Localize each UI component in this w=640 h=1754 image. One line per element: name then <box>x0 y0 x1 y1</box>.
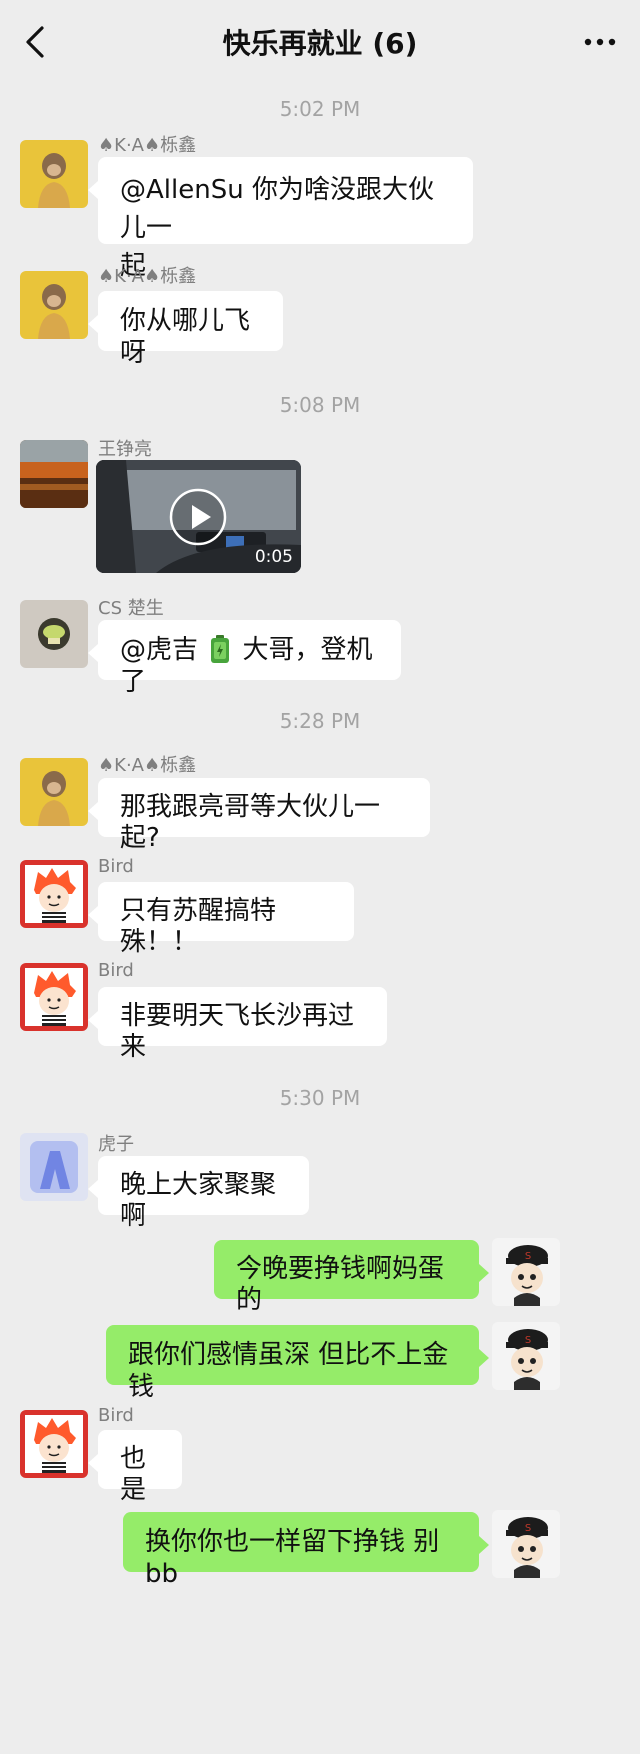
message-text: 那我跟亮哥等大伙儿一起? <box>120 792 381 853</box>
autumn-landscape-avatar-icon <box>20 440 88 508</box>
cartoon-cap-avatar-icon: S <box>492 1322 560 1390</box>
video-duration: 0:05 <box>254 547 293 567</box>
message-text: @虎吉 <box>120 635 199 665</box>
avatar-me[interactable]: S <box>492 1238 560 1306</box>
avatar-kaxin[interactable] <box>20 758 88 826</box>
avatar-me[interactable]: S <box>492 1322 560 1390</box>
sender-name: ♠K·A♠栎鑫 <box>98 755 197 776</box>
avatar-bird[interactable] <box>20 860 88 928</box>
message-bubble[interactable]: 只有苏醒搞特殊！！ <box>88 882 354 957</box>
svg-text:S: S <box>525 1523 531 1534</box>
avatar-huzi[interactable] <box>20 1133 88 1201</box>
message-bubble[interactable]: 非要明天飞长沙再过来 <box>88 987 387 1062</box>
svg-text:S: S <box>525 1335 531 1346</box>
message-text: 你从哪儿飞呀 <box>120 306 251 368</box>
avatar-me[interactable]: S <box>492 1510 560 1578</box>
message-text: 今晚要挣钱啊妈蛋的 <box>236 1254 445 1315</box>
monkey-avatar-icon <box>20 140 88 208</box>
blurred-logo-avatar-icon <box>20 1133 88 1201</box>
chat-title: 快乐再就业 (6) <box>222 27 418 60</box>
message-bubble[interactable]: @AllenSu 你为啥没跟大伙儿一 起 <box>88 157 473 281</box>
sender-name: ♠K·A♠栎鑫 <box>98 266 197 287</box>
sender-name: 虎子 <box>98 1134 134 1155</box>
message-text: 跟你们感情虽深 但比不上金钱 <box>128 1340 449 1402</box>
timestamp: 5:28 PM <box>279 709 361 733</box>
message-text: 也是 <box>120 1444 147 1505</box>
message-bubble[interactable]: 换你你也一样留下挣钱 别bb <box>123 1512 489 1589</box>
cartoon-cap-avatar-icon: S <box>492 1510 560 1578</box>
cartoon-boy-avatar-icon <box>20 963 88 1031</box>
avatar-wangzhengliang[interactable] <box>20 440 88 508</box>
sender-name: CS 楚生 <box>98 598 164 619</box>
monkey-avatar-icon <box>20 758 88 826</box>
message-text: 晚上大家聚聚啊 <box>120 1170 277 1231</box>
monkey-avatar-icon <box>20 271 88 339</box>
avatar-chusheng[interactable] <box>20 600 88 668</box>
avatar-bird[interactable] <box>20 1410 88 1478</box>
message-text: 只有苏醒搞特殊！！ <box>120 896 277 957</box>
video-message[interactable]: 0:05 <box>96 460 301 573</box>
more-icon[interactable] <box>580 28 620 56</box>
timestamp: 5:02 PM <box>279 97 361 121</box>
timestamp: 5:08 PM <box>279 393 361 417</box>
avatar-kaxin[interactable] <box>20 271 88 339</box>
message-bubble[interactable]: 你从哪儿飞呀 <box>88 291 283 368</box>
avatar-kaxin[interactable] <box>20 140 88 208</box>
sender-name: Bird <box>98 1405 134 1426</box>
sender-name: Bird <box>98 856 134 877</box>
message-text: 换你你也一样留下挣钱 别bb <box>145 1527 440 1589</box>
message-text: 非要明天飞长沙再过来 <box>120 1001 355 1062</box>
sender-name: Bird <box>98 960 134 981</box>
cartoon-boy-avatar-icon <box>20 1410 88 1478</box>
sender-name: ♠K·A♠栎鑫 <box>98 135 197 156</box>
message-bubble[interactable]: @虎吉 大哥，登机了 <box>88 620 401 697</box>
battery-icon <box>211 635 230 663</box>
cs-logo-avatar-icon <box>20 600 88 668</box>
top-bar: 快乐再就业 (6) <box>0 0 640 88</box>
message-bubble[interactable]: 那我跟亮哥等大伙儿一起? <box>88 778 430 853</box>
cartoon-boy-avatar-icon <box>20 860 88 928</box>
timestamp: 5:30 PM <box>279 1086 361 1110</box>
message-bubble[interactable]: 跟你们感情虽深 但比不上金钱 <box>106 1325 489 1402</box>
play-icon[interactable] <box>168 487 228 547</box>
avatar-bird[interactable] <box>20 963 88 1031</box>
sender-name: 王铮亮 <box>98 439 152 460</box>
message-text-line: @AllenSu 你为啥没跟大伙儿一 <box>120 175 434 243</box>
cartoon-cap-avatar-icon: S <box>492 1238 560 1306</box>
message-bubble[interactable]: 晚上大家聚聚啊 <box>88 1156 309 1231</box>
message-bubble[interactable]: 今晚要挣钱啊妈蛋的 <box>214 1240 489 1315</box>
message-bubble[interactable]: 也是 <box>88 1430 182 1505</box>
svg-text:S: S <box>525 1251 531 1262</box>
